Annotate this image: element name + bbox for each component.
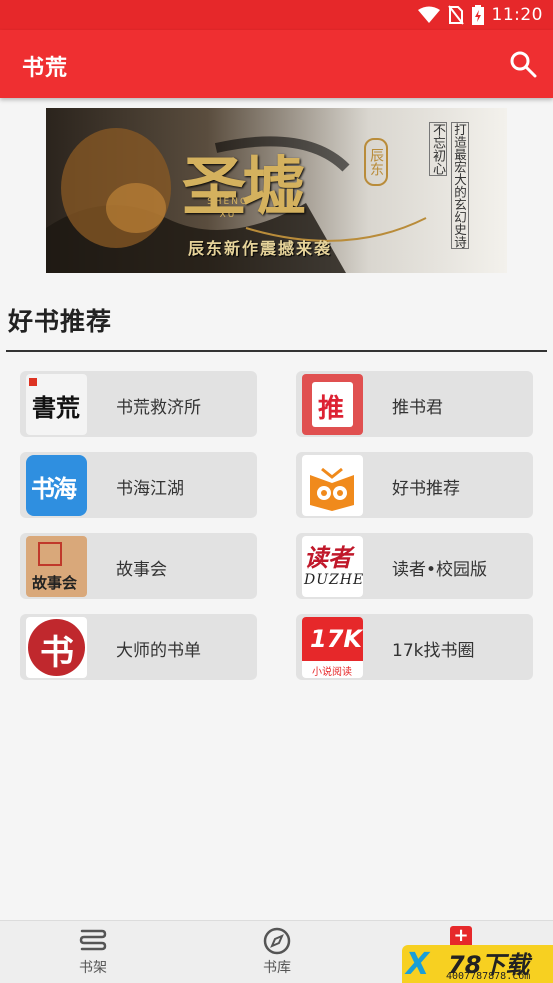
channel-card-gushihui[interactable]: 故事会 故事会 xyxy=(20,533,257,599)
wifi-icon xyxy=(417,6,440,23)
channel-card-17k[interactable]: 17K 小说阅读 17k找书圈 xyxy=(296,614,533,680)
gushihui-logo-icon: 故事会 xyxy=(26,536,87,597)
no-sim-icon xyxy=(447,5,464,25)
channel-card-tuishujun[interactable]: 推 推书君 xyxy=(296,371,533,437)
banner-pinyin: SHENG XU xyxy=(207,197,249,220)
search-icon[interactable] xyxy=(509,50,537,78)
app-bar: 书荒 xyxy=(0,30,553,98)
tab-label: 书库 xyxy=(263,960,291,976)
card-label: 好书推荐 xyxy=(392,479,460,499)
dashi-logo-icon: 书 xyxy=(26,617,87,678)
tab-library[interactable]: 书库 xyxy=(237,927,317,977)
watermark-logo: X 78下载 4007787878.com xyxy=(402,945,553,983)
card-label: 书海江湖 xyxy=(116,479,184,499)
banner-author-seal: 辰东 xyxy=(364,138,388,186)
promo-banner[interactable]: 圣墟 SHENG XU 辰东 辰东新作震撼来袭 不忘初心 打造最宏大的玄幻史诗 xyxy=(46,108,507,273)
card-label: 推书君 xyxy=(392,398,443,418)
card-label: 17k找书圈 xyxy=(392,641,475,661)
card-label: 书荒救济所 xyxy=(116,398,201,418)
battery-charging-icon xyxy=(471,5,484,25)
section-title: 好书推荐 xyxy=(8,307,113,336)
status-bar: 11:20 xyxy=(0,0,553,30)
banner-tagline: 辰东新作震撼来袭 xyxy=(188,239,333,258)
shuhuang-logo-icon: 書荒 xyxy=(26,374,87,435)
tab-label: 书架 xyxy=(79,960,107,976)
duzhe-logo-icon: 读者 DUZHE xyxy=(302,536,363,597)
channel-card-shuhai-jianghu[interactable]: 书海 书海江湖 xyxy=(20,452,257,518)
channel-card-duzhe-xiaoyuan[interactable]: 读者 DUZHE 读者•校园版 xyxy=(296,533,533,599)
owl-book-logo-icon xyxy=(302,455,363,516)
channel-card-dashi-shudan[interactable]: 书 大师的书单 xyxy=(20,614,257,680)
channel-card-shuhuang-jiujisuo[interactable]: 書荒 书荒救济所 xyxy=(20,371,257,437)
status-time: 11:20 xyxy=(491,5,543,25)
card-label: 读者•校园版 xyxy=(392,560,488,580)
card-label: 大师的书单 xyxy=(116,641,201,661)
tuishujun-logo-icon: 推 xyxy=(302,374,363,435)
section-divider xyxy=(6,350,547,352)
channel-card-haoshu-tuijian[interactable]: 好书推荐 xyxy=(296,452,533,518)
shuhai-logo-icon: 书海 xyxy=(26,455,87,516)
watermark-x-icon: X xyxy=(406,947,430,982)
tab-bookshelf[interactable]: 书架 xyxy=(53,927,133,977)
17k-logo-icon: 17K 小说阅读 xyxy=(302,617,363,678)
status-icons: 11:20 xyxy=(417,4,544,26)
banner-slogan-col2: 打造最宏大的玄幻史诗 xyxy=(451,122,469,249)
bookshelf-icon xyxy=(79,929,107,951)
compass-icon xyxy=(263,927,291,955)
watermark-small: 4007787878.com xyxy=(446,971,531,982)
banner-slogan-col1: 不忘初心 xyxy=(429,122,447,176)
card-label: 故事会 xyxy=(116,560,167,580)
app-title: 书荒 xyxy=(22,56,69,81)
